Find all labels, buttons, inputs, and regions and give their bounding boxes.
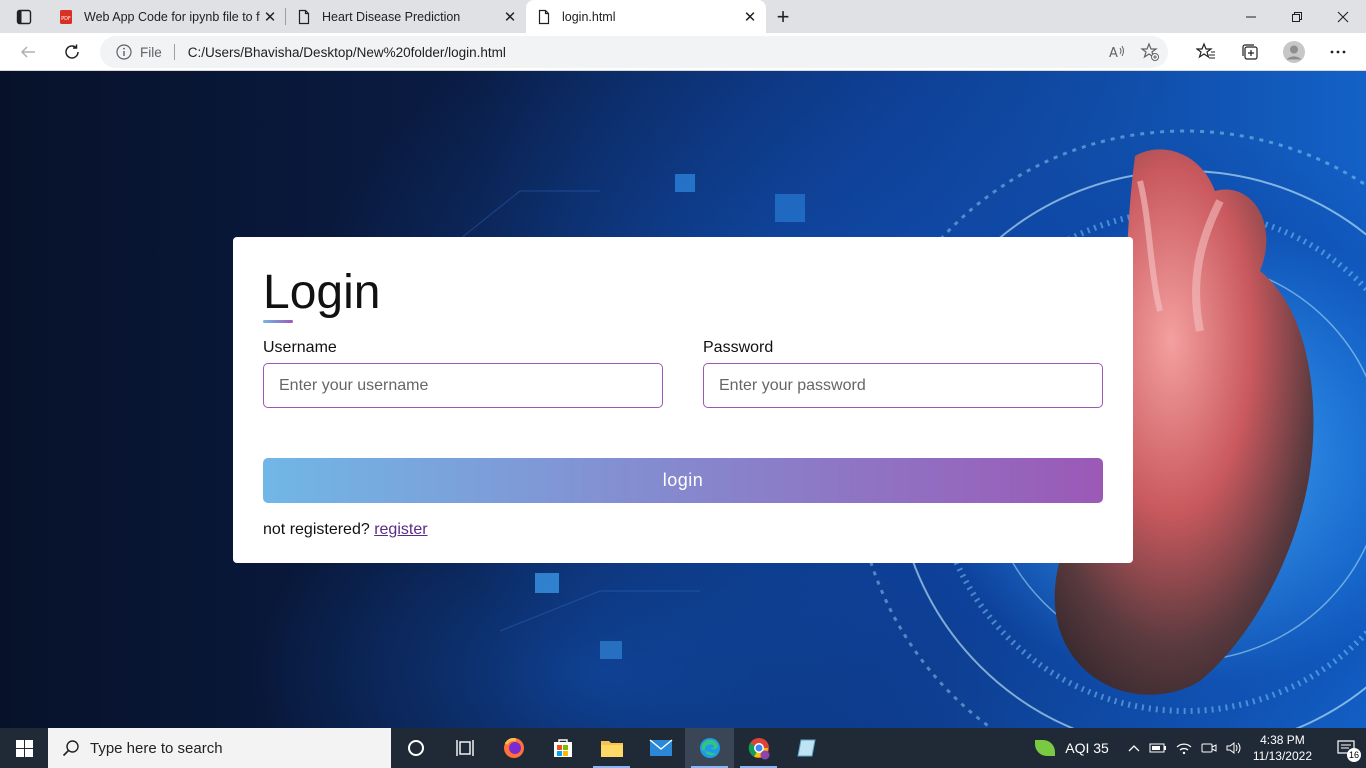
- edge-icon: [699, 738, 720, 758]
- pdf-icon: PDF: [60, 9, 72, 24]
- minimize-icon: [1246, 16, 1256, 17]
- back-arrow-icon: [20, 45, 35, 58]
- back-button[interactable]: [6, 33, 50, 71]
- window-controls: [1228, 0, 1366, 33]
- password-input[interactable]: [703, 363, 1103, 408]
- task-view-icon: [455, 740, 474, 756]
- battery-icon[interactable]: [1149, 741, 1167, 755]
- taskbar-search[interactable]: Type here to search: [48, 728, 391, 768]
- new-tab-button[interactable]: +: [766, 0, 800, 33]
- refresh-button[interactable]: [50, 33, 94, 71]
- start-button[interactable]: [0, 728, 48, 768]
- page-icon: [538, 9, 550, 24]
- profile-button[interactable]: [1272, 33, 1316, 71]
- mail-icon: [649, 739, 672, 756]
- mail-app[interactable]: [636, 728, 685, 768]
- login-card: Login Username Password login not regist…: [233, 237, 1133, 563]
- login-heading: Login: [263, 265, 380, 323]
- tab-actions-icon: [16, 9, 32, 24]
- page-content: Login Username Password login not regist…: [0, 71, 1366, 728]
- cortana-icon: [407, 740, 424, 756]
- svg-text:PDF: PDF: [61, 16, 71, 22]
- tab-heart-disease[interactable]: Heart Disease Prediction ✕: [286, 0, 526, 33]
- refresh-icon: [65, 44, 79, 59]
- search-placeholder: Type here to search: [90, 739, 223, 757]
- password-label: Password: [703, 339, 774, 356]
- close-icon[interactable]: ✕: [262, 9, 278, 26]
- read-aloud-icon[interactable]: A: [1108, 43, 1126, 61]
- firefox-icon: [503, 738, 524, 758]
- restore-icon: [1292, 11, 1302, 22]
- favorites-icon: [1196, 42, 1215, 59]
- notepad-icon: [796, 739, 816, 757]
- minimize-button[interactable]: [1228, 0, 1274, 33]
- tab-login[interactable]: login.html ✕: [526, 0, 766, 33]
- aqi-text: AQI 35: [1065, 740, 1109, 756]
- tab-actions-button[interactable]: [0, 0, 48, 33]
- leaf-icon: [1035, 740, 1056, 756]
- cortana-button[interactable]: [391, 728, 440, 768]
- url-text[interactable]: C:/Users/Bhavisha/Desktop/New%20folder/l…: [188, 45, 506, 60]
- info-icon[interactable]: [116, 44, 132, 60]
- close-icon[interactable]: ✕: [742, 9, 758, 26]
- register-link[interactable]: register: [374, 521, 427, 538]
- username-input[interactable]: [263, 363, 663, 408]
- address-bar[interactable]: File C:/Users/Bhavisha/Desktop/New%20fol…: [100, 36, 1168, 68]
- add-favorite-icon[interactable]: [1140, 42, 1160, 62]
- tab-title: Web App Code for ipynb file to f: [84, 9, 260, 24]
- login-button[interactable]: login: [263, 458, 1103, 503]
- favorites-button[interactable]: [1184, 33, 1228, 71]
- show-hidden-icons-icon[interactable]: [1127, 741, 1141, 755]
- windows-logo-icon: [15, 739, 33, 757]
- scheme-label: File: [140, 44, 162, 60]
- store-app[interactable]: [538, 728, 587, 768]
- close-window-button[interactable]: [1320, 0, 1366, 33]
- more-options-icon: [1330, 50, 1346, 54]
- chrome-app[interactable]: [734, 728, 783, 768]
- meet-now-icon[interactable]: [1201, 741, 1217, 755]
- svg-text:A: A: [1109, 46, 1118, 61]
- wifi-icon[interactable]: [1175, 741, 1193, 755]
- close-icon: [1337, 11, 1349, 22]
- notes-app[interactable]: [783, 728, 832, 768]
- heading-underline: [263, 320, 293, 323]
- tab-title: Heart Disease Prediction: [322, 9, 461, 24]
- tab-title: login.html: [562, 9, 616, 24]
- action-center-button[interactable]: 16: [1326, 728, 1366, 768]
- clock[interactable]: 4:38 PM 11/13/2022: [1253, 732, 1312, 764]
- search-icon: [62, 740, 79, 757]
- collections-icon: [1242, 44, 1258, 60]
- register-prompt-text: not registered?: [263, 521, 370, 538]
- browser-toolbar: File C:/Users/Bhavisha/Desktop/New%20fol…: [0, 33, 1366, 71]
- volume-icon[interactable]: [1225, 741, 1243, 755]
- restore-button[interactable]: [1274, 0, 1320, 33]
- browser-tab-strip: PDF Web App Code for ipynb file to f ✕ H…: [0, 0, 1366, 33]
- clock-date: 11/13/2022: [1252, 749, 1312, 763]
- close-icon[interactable]: ✕: [502, 9, 518, 26]
- register-prompt: not registered? register: [263, 521, 1103, 539]
- username-label: Username: [263, 339, 337, 356]
- windows-taskbar: Type here to search AQI 35 4:38 PM 11/13…: [0, 728, 1366, 768]
- tab-pdf[interactable]: PDF Web App Code for ipynb file to f ✕: [48, 0, 286, 33]
- edge-app[interactable]: [685, 728, 734, 768]
- file-explorer-app[interactable]: [587, 728, 636, 768]
- system-tray: AQI 35 4:38 PM 11/13/2022 16: [1035, 728, 1366, 768]
- collections-button[interactable]: [1228, 33, 1272, 71]
- password-field-group: Password: [703, 339, 1103, 408]
- plus-icon: +: [776, 3, 790, 29]
- chrome-icon: [748, 738, 769, 760]
- folder-icon: [600, 741, 623, 757]
- username-field-group: Username: [263, 339, 663, 408]
- notification-count-badge: 16: [1347, 748, 1361, 762]
- task-view-button[interactable]: [440, 728, 489, 768]
- page-icon: [298, 9, 310, 24]
- weather-widget[interactable]: AQI 35: [1035, 740, 1109, 756]
- store-icon: [553, 739, 572, 757]
- avatar-icon: [1283, 41, 1305, 63]
- settings-menu-button[interactable]: [1316, 33, 1360, 71]
- clock-time: 4:38 PM: [1260, 733, 1305, 747]
- firefox-app[interactable]: [489, 728, 538, 768]
